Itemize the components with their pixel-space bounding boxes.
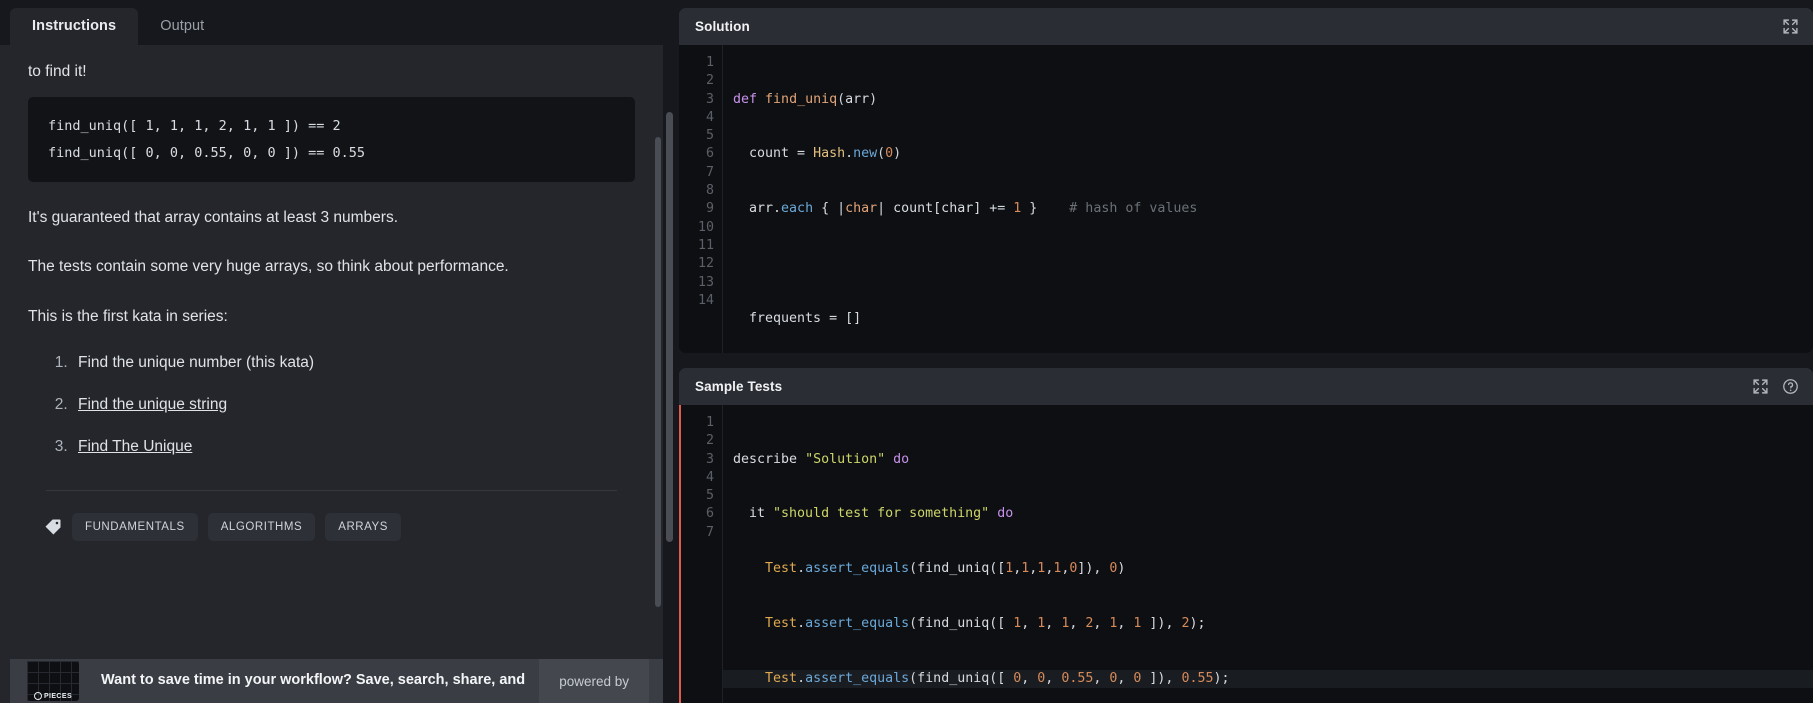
sample-tests-code[interactable]: describe "Solution" do it "should test f… (723, 405, 1813, 703)
sample-tests-editor[interactable]: 1 2 3 4 5 6 7 describe "Solution" do it … (679, 405, 1813, 703)
list-item: Find the unique number (this kata) (72, 354, 635, 372)
description-lead: to find it! (28, 61, 635, 83)
code-line-1: def find_uniq(arr) (733, 91, 1813, 109)
example-line-1: find_uniq([ 1, 1, 1, 2, 1, 1 ]) == 2 (48, 113, 615, 139)
description-paragraph-2: The tests contain some very huge arrays,… (28, 255, 635, 278)
kata-series-item-2[interactable]: Find the unique string (78, 396, 227, 413)
solution-actions (1782, 18, 1799, 35)
test-line-1: describe "Solution" do (733, 451, 1813, 469)
tag-icon (44, 518, 62, 536)
kata-series-item-3[interactable]: Find The Unique (78, 438, 192, 455)
tab-output[interactable]: Output (138, 8, 226, 46)
promo-powered-by: powered by (539, 659, 649, 703)
solution-editor[interactable]: 1 2 3 4 5 6 7 8 9 10 11 12 13 14 (679, 45, 1813, 353)
example-line-2: find_uniq([ 0, 0, 0.55, 0, 0 ]) == 0.55 (48, 140, 615, 166)
sample-tests-header: Sample Tests (679, 368, 1813, 405)
sample-tests-actions (1752, 378, 1799, 395)
code-line-3: arr.each { |char| count[char] += 1 } # h… (733, 200, 1813, 218)
tags-row: FUNDAMENTALS ALGORITHMS ARRAYS (28, 491, 635, 541)
example-code-block: find_uniq([ 1, 1, 1, 2, 1, 1 ]) == 2 fin… (28, 97, 635, 182)
solution-panel: Solution 1 2 3 (679, 8, 1813, 353)
solution-header: Solution (679, 8, 1813, 45)
fullscreen-icon[interactable] (1752, 378, 1769, 395)
solution-title: Solution (695, 19, 750, 34)
fullscreen-icon[interactable] (1782, 18, 1799, 35)
code-line-5: frequents = [] (733, 310, 1813, 328)
description-paragraph-1: It's guaranteed that array contains at l… (28, 206, 635, 229)
sample-tests-gutter: 1 2 3 4 5 6 7 (679, 405, 723, 703)
promo-brand-label: PIECES (44, 693, 72, 700)
promo-text: Want to save time in your workflow? Save… (101, 672, 525, 689)
description-container: to find it! find_uniq([ 1, 1, 1, 2, 1, 1… (0, 45, 663, 703)
description-scroll: to find it! find_uniq([ 1, 1, 1, 2, 1, 1… (0, 45, 663, 703)
kata-series-item-1: Find the unique number (this kata) (78, 354, 314, 371)
tag-chip-algorithms[interactable]: ALGORITHMS (208, 513, 316, 541)
tag-chip-arrays[interactable]: ARRAYS (325, 513, 401, 541)
sample-tests-title: Sample Tests (695, 379, 782, 394)
tab-instructions[interactable]: Instructions (10, 8, 138, 46)
kata-series-list: Find the unique number (this kata) Find … (28, 354, 635, 456)
description-paragraph-3: This is the first kata in series: (28, 305, 635, 328)
editor-column-scrollbar[interactable] (666, 112, 673, 542)
editor-column: Solution 1 2 3 (663, 0, 1813, 703)
test-line-2: it "should test for something" do (733, 505, 1813, 523)
test-line-5: Test.assert_equals(find_uniq([ 0, 0, 0.5… (723, 670, 1813, 688)
code-line-2: count = Hash.new(0) (733, 145, 1813, 163)
instructions-panel: Instructions Output to find it! find_uni… (0, 0, 663, 703)
solution-code[interactable]: def find_uniq(arr) count = Hash.new(0) a… (723, 45, 1813, 353)
codewars-trainer: Instructions Output to find it! find_uni… (0, 0, 1813, 703)
list-item: Find The Unique (72, 438, 635, 456)
promo-banner[interactable]: PIECES Want to save time in your workflo… (10, 659, 663, 703)
tag-chip-fundamentals[interactable]: FUNDAMENTALS (72, 513, 198, 541)
test-line-3: Test.assert_equals(find_uniq([1,1,1,1,0]… (733, 560, 1813, 578)
pieces-logo-icon: PIECES (27, 661, 79, 701)
code-line-4 (733, 255, 1813, 273)
solution-gutter: 1 2 3 4 5 6 7 8 9 10 11 12 13 14 (679, 45, 723, 353)
help-icon[interactable] (1782, 378, 1799, 395)
sample-tests-panel: Sample Tests (679, 368, 1813, 703)
test-line-4: Test.assert_equals(find_uniq([ 1, 1, 1, … (733, 615, 1813, 633)
description-scrollbar[interactable] (655, 137, 661, 607)
left-tabbar: Instructions Output (0, 0, 663, 45)
list-item: Find the unique string (72, 396, 635, 414)
